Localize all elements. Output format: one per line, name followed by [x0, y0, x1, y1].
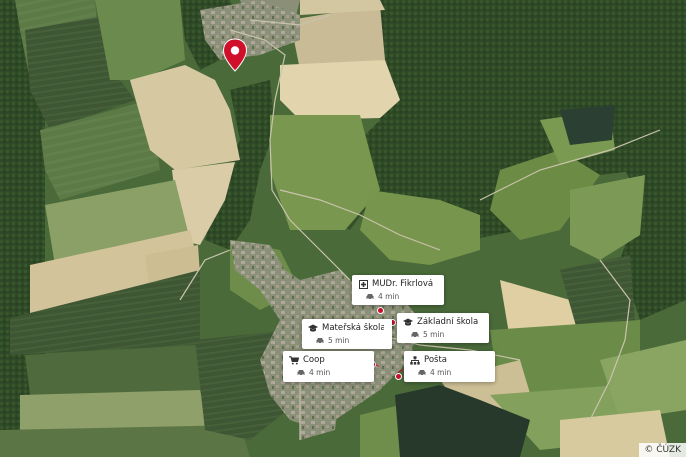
- poi-name: Pošta: [424, 355, 447, 365]
- car-icon: [411, 332, 419, 338]
- aerial-map[interactable]: [0, 0, 686, 457]
- poi-name: MUDr. Fikrlová Š...: [372, 279, 436, 289]
- poi-travel-time: 5 min: [328, 336, 350, 345]
- poi-travel-time: 5 min: [423, 330, 445, 339]
- graduation-cap-icon: [403, 317, 413, 327]
- post-office-icon: [410, 355, 420, 365]
- car-icon: [297, 370, 305, 376]
- poi-travel-time: 4 min: [378, 292, 400, 301]
- poi-name: Základní škola M...: [417, 317, 481, 327]
- poi-card-coop[interactable]: Coop 4 min: [283, 351, 374, 382]
- poi-card-elementary-school[interactable]: Základní škola M... 5 min: [397, 313, 489, 343]
- poi-travel-time: 4 min: [309, 368, 331, 377]
- poi-card-post-office[interactable]: Pošta 4 min: [404, 351, 495, 382]
- shopping-cart-icon: [289, 355, 299, 365]
- car-icon: [418, 370, 426, 376]
- location-pin-icon[interactable]: [222, 38, 248, 72]
- graduation-cap-icon: [308, 323, 318, 333]
- car-icon: [316, 338, 324, 344]
- poi-marker-dot[interactable]: [395, 373, 402, 380]
- car-icon: [366, 294, 374, 300]
- poi-marker-dot[interactable]: [377, 307, 384, 314]
- map-attribution[interactable]: © ČÚZK: [639, 443, 686, 457]
- poi-card-kindergarten[interactable]: Mateřská škola M... 5 min: [302, 319, 392, 349]
- poi-travel-time: 4 min: [430, 368, 452, 377]
- medical-cross-icon: [358, 279, 368, 289]
- poi-name: Coop: [303, 355, 325, 365]
- poi-card-doctor[interactable]: MUDr. Fikrlová Š... 4 min: [352, 275, 444, 305]
- poi-name: Mateřská škola M...: [322, 323, 384, 333]
